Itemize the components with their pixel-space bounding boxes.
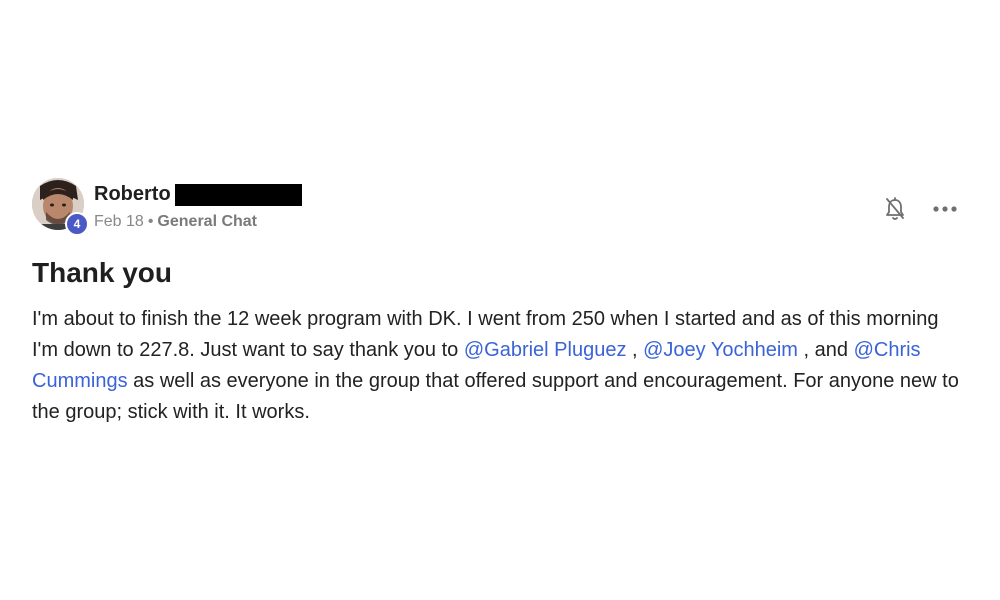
mention-link[interactable]: @Joey Yochheim — [643, 339, 798, 361]
author-name[interactable]: Roberto — [94, 183, 171, 206]
post-title: Thank you — [32, 257, 173, 288]
post-category[interactable]: General Chat — [157, 213, 257, 231]
author-row: Roberto — [94, 183, 302, 206]
post-date: Feb 18 — [94, 213, 144, 230]
post-text: , and — [797, 339, 854, 361]
post-body: I'm about to finish the 12 week program … — [32, 304, 967, 428]
post-actions — [880, 194, 960, 224]
level-badge: 4 — [65, 212, 89, 236]
post-card: 4 Roberto Feb 18 • General Chat Thank yo… — [32, 178, 972, 428]
bell-off-icon[interactable] — [880, 194, 910, 224]
mention-link[interactable]: @Gabriel Pluguez — [464, 339, 627, 361]
post-text: , — [626, 339, 644, 361]
post-header: 4 Roberto Feb 18 • General Chat — [32, 178, 972, 236]
post-text: as well as everyone in the group that of… — [32, 370, 959, 423]
post-meta: Feb 18 • General Chat — [94, 213, 257, 231]
redacted-surname — [174, 183, 302, 206]
more-options-icon[interactable] — [930, 194, 960, 224]
meta-separator: • — [147, 213, 154, 230]
